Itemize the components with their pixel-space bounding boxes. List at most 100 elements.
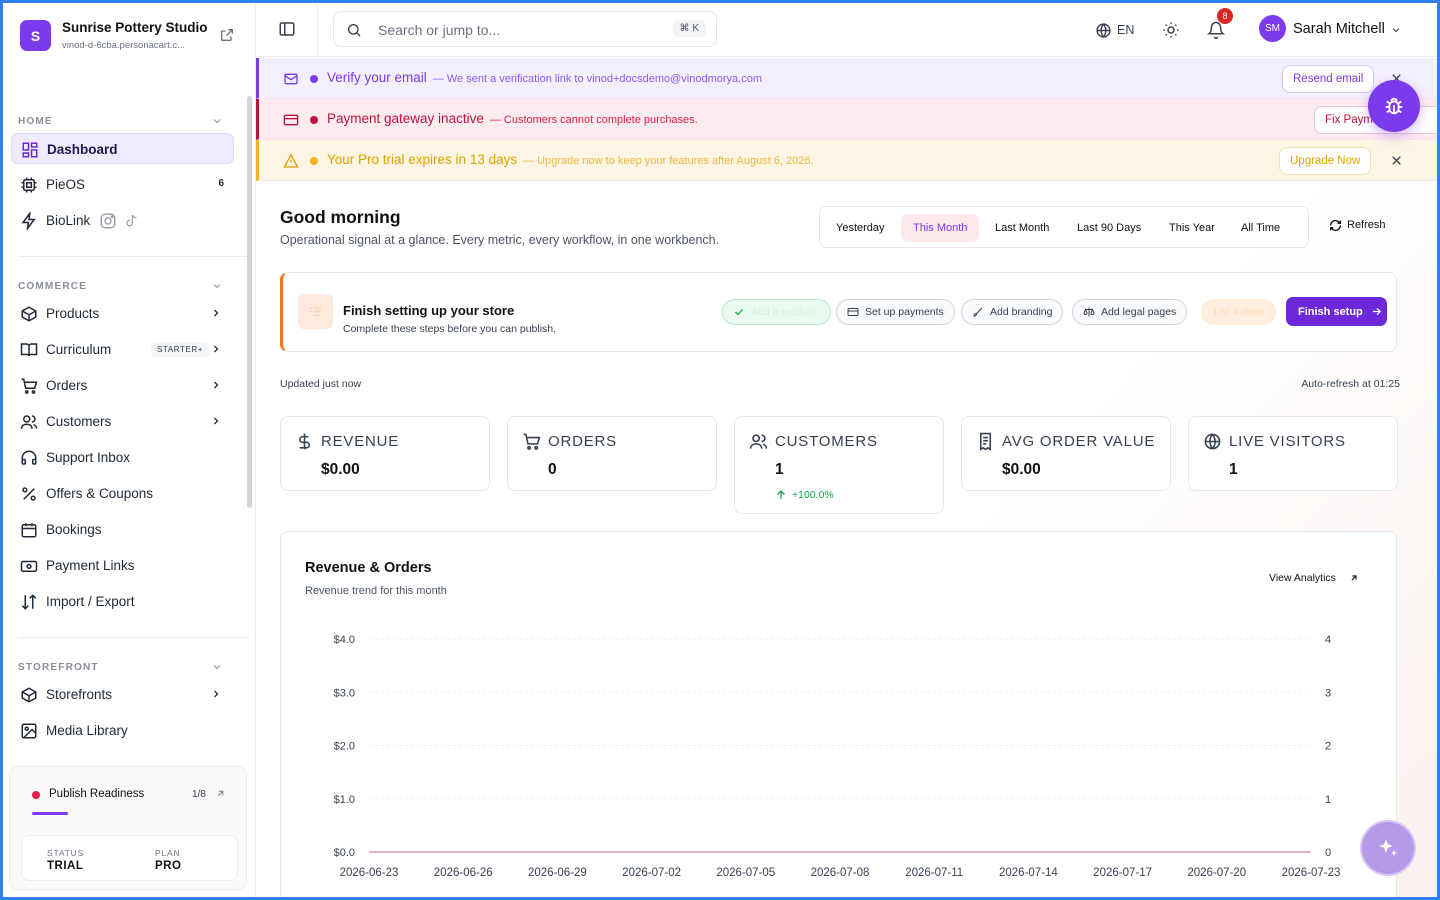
banner-title: Your Pro trial expires in 13 days — Upgra… [327,152,814,167]
banner-title: Payment gateway inactive — Customers cann… [327,111,698,126]
x-tick-label: 2026-06-23 [340,867,399,879]
chevron-down-icon[interactable] [211,661,223,673]
banner-message: — Customers cannot complete purchases. [489,114,698,126]
updated-status: Updated just now [280,378,362,390]
sidebar-item-label: Customers [46,414,112,429]
sun-icon[interactable] [1162,21,1180,39]
sidebar-item-orders[interactable]: Orders [11,370,234,401]
sidebar-item-dashboard[interactable]: Dashboard [11,133,234,164]
step-set-up-payments[interactable]: Set up payments [836,299,955,325]
publish-readiness-label: Publish Readiness [49,788,145,800]
upgrade-now-button[interactable]: Upgrade Now [1279,147,1372,175]
user-name[interactable]: Sarah Mitchell [1293,21,1385,37]
y-right-tick-label: 2 [1325,741,1331,753]
refresh-label: Refresh [1347,219,1386,231]
image-icon [21,723,37,739]
sparkle-icon [1379,839,1397,856]
step-label: Set up payments [865,306,944,318]
x-tick-label: 2026-07-05 [716,867,775,879]
sidebar-item-payment-links[interactable]: Payment Links [11,550,234,581]
sidebar-item-import-export[interactable]: Import / Export [11,586,234,617]
sidebar-item-offers-coupons[interactable]: Offers & Coupons [11,478,234,509]
range-all-time[interactable]: All Time [1229,214,1292,242]
step-label: Add legal pages [1101,306,1177,318]
banner-message: — Upgrade now to keep your features afte… [523,155,814,167]
range-last-month[interactable]: Last Month [983,214,1061,242]
external-link-icon[interactable] [219,27,235,43]
x-tick-label: 2026-07-23 [1282,867,1341,879]
publish-readiness-card[interactable]: Publish Readiness 1/8 STATUS TRIAL PLAN … [9,766,247,890]
divider [317,3,318,57]
sidebar-item-media-library[interactable]: Media Library [11,715,234,746]
chevron-right-icon [214,381,219,389]
section-commerce-label: COMMERCE [18,281,88,292]
step-add-branding[interactable]: Add branding [961,299,1064,325]
sidebar-item-label: Dashboard [47,142,118,157]
x-tick-label: 2026-06-29 [528,867,587,879]
range-yesterday[interactable]: Yesterday [824,214,897,242]
sidebar-item-label: Storefronts [46,687,113,702]
language-selector[interactable]: EN [1117,23,1134,37]
chip-icon [21,177,37,193]
sidebar-item-curriculum[interactable]: Curriculum STARTER+ [11,334,234,365]
brand[interactable]: S Sunrise Pottery Studio vinod-d-6cba.pe… [18,17,248,57]
metric-card-revenue[interactable]: REVENUE $0.00 [280,416,490,491]
metric-label: ORDERS [548,433,617,450]
metric-label: REVENUE [321,433,400,450]
banner-trial-expiry: Your Pro trial expires in 13 days — Upgra… [256,140,1437,181]
sidebar-toggle-icon[interactable] [278,20,296,38]
metric-value: 1 [775,461,784,478]
cart-icon [21,378,38,394]
setup-title: Finish setting up your store [343,303,515,318]
sidebar-item-support-inbox[interactable]: Support Inbox [11,442,234,473]
y-left-tick-label: $4.0 [334,634,355,646]
sidebar-item-pieos[interactable]: PieOS 6 [11,169,234,200]
section-storefront-label: STOREFRONT [18,662,99,673]
sidebar-item-storefronts[interactable]: Storefronts [11,679,234,710]
metric-value: $0.00 [1002,461,1041,478]
range-this-year[interactable]: This Year [1157,214,1227,242]
sidebar-item-biolink[interactable]: BioLink [11,205,234,236]
plan-value: PRO [155,860,182,872]
range-this-month[interactable]: This Month [901,214,980,242]
refresh-button[interactable]: Refresh [1329,217,1391,235]
range-last-90-days[interactable]: Last 90 Days [1065,214,1153,242]
close-icon[interactable] [1390,154,1403,167]
arrow-up-right-icon[interactable] [215,788,226,799]
sidebar-scrollbar[interactable] [247,96,252,508]
ai-assistant-button[interactable] [1360,820,1416,876]
chevron-down-icon[interactable] [211,115,223,127]
globe-icon[interactable] [1095,22,1112,39]
metric-card-avg-order-value[interactable]: AVG ORDER VALUE $0.00 [961,416,1171,491]
sidebar-item-customers[interactable]: Customers [11,406,234,437]
bolt-icon [21,212,36,230]
chevron-down-icon[interactable] [211,280,223,292]
banner-message: — We sent a verification link to vinod+d… [432,73,762,85]
bug-report-button[interactable] [1368,80,1420,132]
y-left-tick-label: $2.0 [334,741,355,753]
metric-card-orders[interactable]: ORDERS 0 [507,416,717,491]
finish-setup-button[interactable]: Finish setup [1286,297,1387,326]
chevron-down-icon[interactable] [1390,24,1402,36]
refresh-icon [1329,219,1342,232]
finish-setup-label: Finish setup [1298,305,1363,318]
percent-icon [22,487,36,501]
globe-icon [1204,433,1221,450]
chevron-right-icon [214,309,219,317]
sidebar-item-bookings[interactable]: Bookings [11,514,234,545]
x-tick-label: 2026-07-02 [622,867,681,879]
sidebar-item-label: Offers & Coupons [46,486,154,501]
chevron-right-icon [214,690,219,698]
resend-email-button[interactable]: Resend email [1282,65,1375,93]
metric-card-customers[interactable]: CUSTOMERS 1 +100.0% [734,416,944,514]
metric-card-live-visitors[interactable]: LIVE VISITORS 1 [1188,416,1398,491]
step-add-product[interactable]: Add a product [722,299,831,325]
setup-store-card: Finish setting up your store Complete th… [280,272,1397,352]
arrow-up-icon [777,490,785,499]
step-add-legal-pages[interactable]: Add legal pages [1072,299,1188,325]
avatar[interactable]: SM [1259,15,1286,42]
sidebar-item-products[interactable]: Products [11,298,234,329]
plan-badge: STARTER+ [151,342,210,357]
y-right-tick-label: 1 [1325,794,1331,806]
search-input[interactable]: Search or jump to... ⌘ K [333,11,717,47]
